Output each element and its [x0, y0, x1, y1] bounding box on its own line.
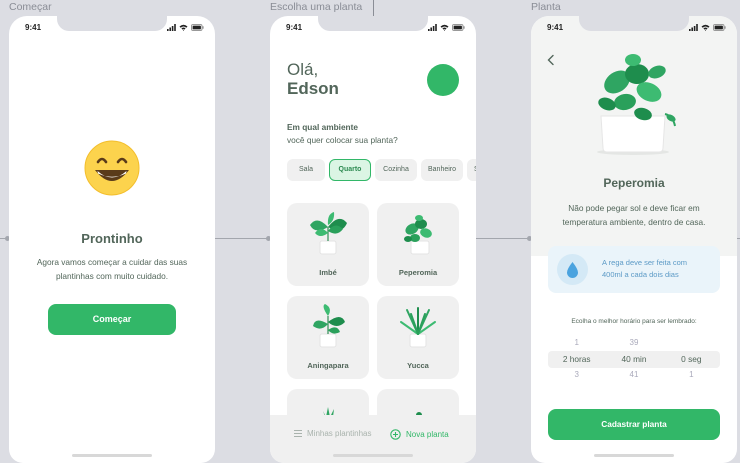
- status-time: 9:41: [286, 23, 303, 32]
- environment-chip-banheiro[interactable]: Banheiro: [421, 159, 463, 181]
- plant-card-label: Yucca: [407, 361, 429, 370]
- environment-chip-cozinha[interactable]: Cozinha: [375, 159, 417, 181]
- grinning-face-icon: [84, 140, 140, 196]
- picker-seconds-below: 1: [689, 370, 694, 379]
- environment-chip-quarto[interactable]: Quarto: [329, 159, 371, 181]
- signal-icon: [167, 24, 176, 31]
- watering-tip: A rega deve ser feita com 400ml a cada d…: [548, 246, 720, 293]
- peperomia-plant-icon: [404, 215, 432, 255]
- plant-card-peperomia[interactable]: Peperomia: [377, 203, 459, 286]
- watering-tip-text: A rega deve ser feita com 400ml a cada d…: [602, 258, 688, 279]
- chevron-left-icon[interactable]: [545, 54, 557, 66]
- status-time: 9:41: [25, 23, 42, 32]
- peperomia-plant-icon: [597, 54, 676, 155]
- prototype-connector: [476, 236, 532, 241]
- environment-chip-more[interactable]: S: [467, 159, 476, 181]
- avatar[interactable]: [427, 64, 459, 96]
- plant-card-aningapara[interactable]: Aningapara: [287, 296, 369, 379]
- yucca-plant-icon: [400, 307, 436, 348]
- home-indicator: [594, 454, 674, 457]
- imbe-plant-icon: [310, 212, 347, 255]
- prototype-connector: [215, 236, 271, 241]
- status-icons: [167, 24, 204, 31]
- frame-label-plant: Planta: [531, 1, 561, 13]
- plant-card-imbe[interactable]: Imbé: [287, 203, 369, 286]
- water-drop-badge: [557, 254, 588, 285]
- battery-icon: [452, 24, 465, 31]
- picker-seconds-above: [663, 338, 720, 347]
- time-picker-row-selected[interactable]: 2 horas 40 min 0 seg: [548, 351, 720, 368]
- environment-question: você quer colocar sua planta?: [287, 135, 398, 145]
- battery-icon: [191, 24, 204, 31]
- prototype-connector: [0, 236, 10, 241]
- frame-label-choose: Escolha uma planta: [270, 1, 363, 13]
- water-drop-icon: [567, 262, 578, 278]
- signal-icon: [689, 24, 698, 31]
- home-indicator: [333, 454, 413, 457]
- wifi-icon: [179, 24, 188, 31]
- plant-title: Peperomia: [603, 176, 665, 190]
- screen-plant-detail: 9:41 Peperomia Não pode pegar sol e deve…: [531, 16, 737, 463]
- time-picker-row-below[interactable]: 3 41 1: [548, 370, 720, 379]
- aningapara-plant-icon: [313, 304, 345, 348]
- tab-my-plants[interactable]: Minhas plantinhas: [294, 429, 371, 438]
- environment-chip-sala[interactable]: Sala: [287, 159, 325, 181]
- tab-new-plant-label: Nova planta: [406, 430, 449, 439]
- picker-minutes-selected: 40 min: [621, 354, 647, 364]
- onboarding-text: Agora vamos começar a cuidar das suas pl…: [36, 257, 188, 281]
- picker-seconds-selected: 0 seg: [681, 354, 702, 364]
- tab-new-plant[interactable]: Nova planta: [390, 429, 449, 440]
- wifi-icon: [440, 24, 449, 31]
- picker-hours-above: 1: [574, 338, 579, 347]
- status-bar: 9:41: [531, 23, 737, 35]
- picker-hours-selected: 2 horas: [562, 354, 591, 364]
- plant-card-yucca[interactable]: Yucca: [377, 296, 459, 379]
- frame-label-start: Começar: [9, 1, 52, 13]
- status-icons: [689, 24, 726, 31]
- list-icon: [294, 430, 302, 437]
- screen-onboarding: 9:41 Prontinho Agora vamos começar a cui…: [9, 16, 215, 463]
- onboarding-title: Prontinho: [81, 231, 143, 246]
- picker-minutes-above: 39: [629, 338, 639, 347]
- greeting: Olá,: [287, 60, 319, 79]
- add-circle-icon: [390, 429, 401, 440]
- register-plant-button[interactable]: Cadastrar planta: [548, 409, 720, 440]
- status-bar: 9:41: [9, 23, 215, 35]
- frame-label-marker: [373, 0, 374, 16]
- signal-icon: [428, 24, 437, 31]
- plant-card-label: Aningapara: [307, 361, 349, 370]
- plant-card-label: Peperomia: [398, 268, 438, 277]
- time-picker-row-above[interactable]: 1 39: [548, 338, 720, 347]
- wifi-icon: [701, 24, 710, 31]
- status-time: 9:41: [547, 23, 564, 32]
- environment-chips: Sala Quarto Cozinha Banheiro S: [287, 159, 476, 181]
- status-bar: 9:41: [270, 23, 476, 35]
- environment-question-bold: Em qual ambiente: [287, 122, 359, 132]
- reminder-label: Ecolha o melhor horário para ser lembrad…: [571, 318, 697, 325]
- start-button[interactable]: Começar: [48, 304, 176, 335]
- screen-choose-plant: 9:41 Olá, Edson Em qual ambiente você qu…: [270, 16, 476, 463]
- status-icons: [428, 24, 465, 31]
- picker-hours-below: 3: [574, 370, 579, 379]
- home-indicator: [72, 454, 152, 457]
- plant-card-label: Imbé: [319, 268, 337, 277]
- user-name: Edson: [287, 79, 339, 98]
- plant-description: Não pode pegar sol e deve ficar em tempe…: [562, 203, 706, 227]
- tab-my-plants-label: Minhas plantinhas: [307, 429, 372, 438]
- battery-icon: [713, 24, 726, 31]
- picker-minutes-below: 41: [629, 370, 639, 379]
